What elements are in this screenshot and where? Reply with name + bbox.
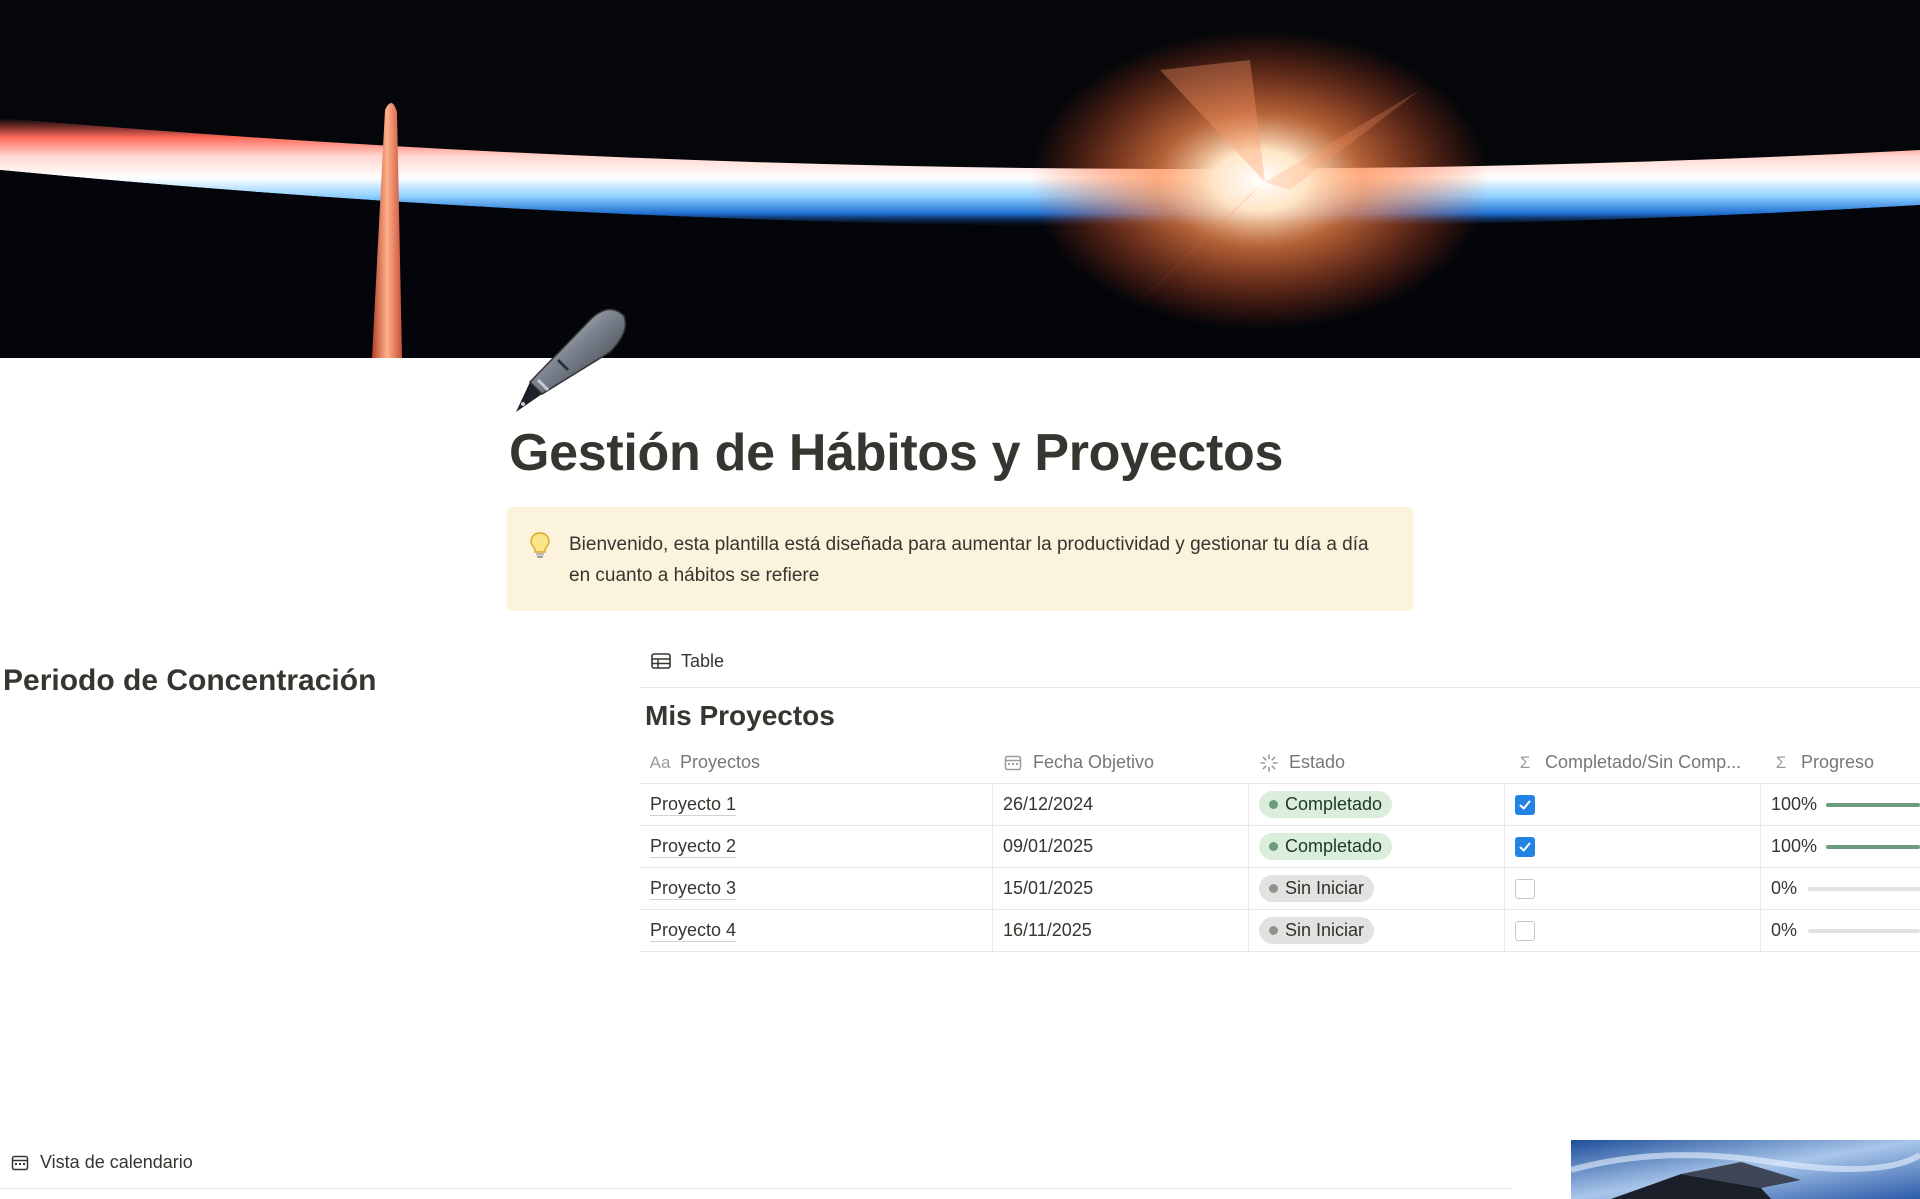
project-name-cell[interactable]: Proyecto 3 bbox=[640, 868, 992, 909]
column-header-proyectos[interactable]: Aa Proyectos bbox=[640, 742, 992, 783]
database-title[interactable]: Mis Proyectos bbox=[645, 700, 835, 732]
progress-label: 0% bbox=[1771, 920, 1798, 940]
concentration-heading[interactable]: Periodo de Concentración bbox=[3, 664, 376, 698]
progress-cell[interactable]: 0% bbox=[1760, 910, 1920, 951]
completed-checkbox[interactable] bbox=[1515, 920, 1535, 941]
column-header-estado[interactable]: Estado bbox=[1248, 742, 1504, 783]
progress-bar bbox=[1808, 886, 1920, 891]
project-name-cell[interactable]: Proyecto 4 bbox=[640, 910, 992, 951]
building-sky-image bbox=[1571, 1140, 1920, 1199]
status-icon bbox=[1259, 753, 1279, 773]
table-view-tab[interactable]: Table bbox=[650, 650, 724, 672]
completed-checkbox[interactable] bbox=[1515, 878, 1535, 899]
status-cell[interactable]: Sin Iniciar bbox=[1248, 910, 1504, 951]
column-header-fecha[interactable]: Fecha Objetivo bbox=[992, 742, 1248, 783]
completed-cell[interactable] bbox=[1504, 784, 1760, 825]
projects-table: Aa Proyectos Fecha Objetivo Estado Σ Com… bbox=[640, 742, 1920, 952]
column-header-completado[interactable]: Σ Completado/Sin Comp... bbox=[1504, 742, 1760, 783]
table-row[interactable]: Proyecto 1 26/12/2024 Completado 100% bbox=[640, 784, 1920, 826]
project-name-cell[interactable]: Proyecto 2 bbox=[640, 826, 992, 867]
progress-bar bbox=[1826, 844, 1920, 849]
date-cell[interactable]: 26/12/2024 bbox=[992, 784, 1248, 825]
table-header-row: Aa Proyectos Fecha Objetivo Estado Σ Com… bbox=[640, 742, 1920, 784]
progress-label: 100% bbox=[1771, 794, 1818, 814]
completed-checkbox[interactable] bbox=[1515, 794, 1535, 815]
completed-checkbox[interactable] bbox=[1515, 836, 1535, 857]
table-row[interactable]: Proyecto 4 16/11/2025 Sin Iniciar 0% bbox=[640, 910, 1920, 952]
cover-image bbox=[0, 0, 1920, 358]
progress-label: 0% bbox=[1771, 878, 1798, 898]
status-cell[interactable]: Completado bbox=[1248, 826, 1504, 867]
table-icon bbox=[651, 653, 671, 669]
project-name-cell[interactable]: Proyecto 1 bbox=[640, 784, 992, 825]
progress-label: 100% bbox=[1771, 836, 1818, 856]
table-row[interactable]: Proyecto 3 15/01/2025 Sin Iniciar 0% bbox=[640, 868, 1920, 910]
status-cell[interactable]: Sin Iniciar bbox=[1248, 868, 1504, 909]
date-cell[interactable]: 09/01/2025 bbox=[992, 826, 1248, 867]
calendar-icon bbox=[11, 1155, 29, 1170]
text-property-icon: Aa bbox=[649, 752, 671, 772]
completed-cell[interactable] bbox=[1504, 868, 1760, 909]
date-cell[interactable]: 15/01/2025 bbox=[992, 868, 1248, 909]
progress-cell[interactable]: 100% bbox=[1760, 826, 1920, 867]
calendar-view-tab[interactable]: Vista de calendario bbox=[10, 1152, 193, 1173]
date-cell[interactable]: 16/11/2025 bbox=[992, 910, 1248, 951]
status-badge[interactable]: Sin Iniciar bbox=[1259, 917, 1375, 944]
calendar-divider bbox=[0, 1188, 1512, 1189]
lightbulb-icon bbox=[527, 531, 553, 559]
welcome-callout: Bienvenido, esta plantilla está diseñada… bbox=[507, 507, 1413, 611]
status-badge[interactable]: Completado bbox=[1259, 833, 1393, 860]
progress-bar bbox=[1808, 928, 1920, 933]
progress-bar bbox=[1826, 802, 1920, 807]
column-header-progreso[interactable]: Σ Progreso bbox=[1760, 742, 1920, 783]
callout-text[interactable]: Bienvenido, esta plantilla está diseñada… bbox=[569, 529, 1389, 611]
table-view-label: Table bbox=[681, 650, 725, 671]
progress-cell[interactable]: 0% bbox=[1760, 868, 1920, 909]
page-title[interactable]: Gestión de Hábitos y Proyectos bbox=[509, 420, 1283, 486]
database-view-tabs: Table bbox=[640, 640, 1920, 688]
completed-cell[interactable] bbox=[1504, 826, 1760, 867]
calendar-view-label: Vista de calendario bbox=[40, 1152, 193, 1172]
sigma-icon: Σ bbox=[1519, 752, 1531, 772]
status-cell[interactable]: Completado bbox=[1248, 784, 1504, 825]
completed-cell[interactable] bbox=[1504, 910, 1760, 951]
progress-cell[interactable]: 100% bbox=[1760, 784, 1920, 825]
fountain-pen-icon[interactable] bbox=[508, 296, 632, 420]
status-badge[interactable]: Sin Iniciar bbox=[1259, 875, 1375, 902]
calendar-icon bbox=[1003, 753, 1023, 773]
status-badge[interactable]: Completado bbox=[1259, 791, 1393, 818]
table-row[interactable]: Proyecto 2 09/01/2025 Completado 100% bbox=[640, 826, 1920, 868]
sigma-icon: Σ bbox=[1775, 752, 1787, 772]
